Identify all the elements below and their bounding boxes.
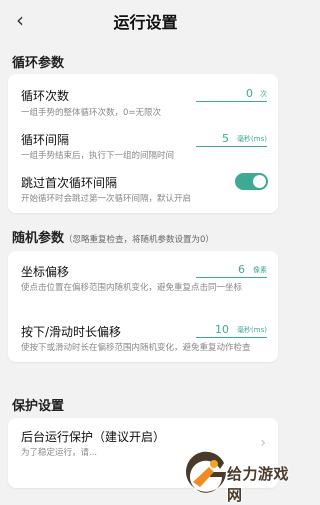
offset-title: 坐标偏移 <box>21 265 70 279</box>
logo-g-icon <box>186 451 226 493</box>
section-title-protect: 保护设置 <box>12 399 65 414</box>
skip-first-title: 跳过首次循环间隔 <box>21 176 118 190</box>
random-card: 坐标偏移 6 像素 使点击位置在偏移范围内随机变化，避免重复点击同一坐标 按下/… <box>8 251 278 362</box>
offset-desc: 使点击位置在偏移范围内随机变化，避免重复点击同一坐标 <box>21 283 243 293</box>
loop-interval-title: 循环间隔 <box>21 133 70 147</box>
watermark: 给力游戏网 <box>180 447 291 504</box>
top-bar: ‹ 运行设置 <box>0 0 291 40</box>
section-title-random: 随机参数（忽略重复检查，将随机参数设置为0） <box>12 227 214 246</box>
offset-value: 6 <box>238 263 245 276</box>
skip-first-toggle[interactable] <box>235 173 268 190</box>
offset-input[interactable]: 6 像素 <box>196 263 267 278</box>
loop-interval-unit: 毫秒(ms) <box>237 135 267 143</box>
duration-input[interactable]: 10 毫秒(ms) <box>196 323 267 338</box>
page-title: 运行设置 <box>113 13 178 32</box>
watermark-text: 给力游戏网 <box>227 465 290 504</box>
random-section-note: （忽略重复检查，将随机参数设置为0） <box>64 235 214 245</box>
loop-count-value: 0 <box>246 87 253 100</box>
loop-card: 循环次数 0 次 一组手势的整体循环次数，0=无限次 循环间隔 5 毫秒(ms)… <box>8 74 278 213</box>
section-title-loop: 循环参数 <box>12 56 65 71</box>
skip-first-desc: 开始循环时会跳过第一次循环间隔，默认开启 <box>21 194 192 204</box>
loop-interval-input[interactable]: 5 毫秒(ms) <box>196 132 267 147</box>
loop-count-unit: 次 <box>260 90 267 98</box>
loop-count-input[interactable]: 0 次 <box>196 87 267 102</box>
loop-interval-desc: 一组手势结束后，执行下一组的间隔时间 <box>21 151 175 161</box>
toggle-knob <box>253 175 266 188</box>
background-protect-title: 后台运行保护（建议开启） <box>21 430 166 444</box>
duration-unit: 毫秒(ms) <box>237 326 267 334</box>
loop-count-title: 循环次数 <box>21 89 70 103</box>
duration-title: 按下/滑动时长偏移 <box>21 325 122 339</box>
loop-interval-value: 5 <box>222 132 229 145</box>
duration-value: 10 <box>215 323 229 336</box>
random-section-title: 随机参数 <box>12 231 65 246</box>
duration-desc: 使按下或滑动时长在偏移范围内随机变化，避免重复动作检查 <box>21 343 251 353</box>
loop-count-desc: 一组手势的整体循环次数，0=无限次 <box>21 108 162 118</box>
offset-unit: 像素 <box>253 266 267 274</box>
